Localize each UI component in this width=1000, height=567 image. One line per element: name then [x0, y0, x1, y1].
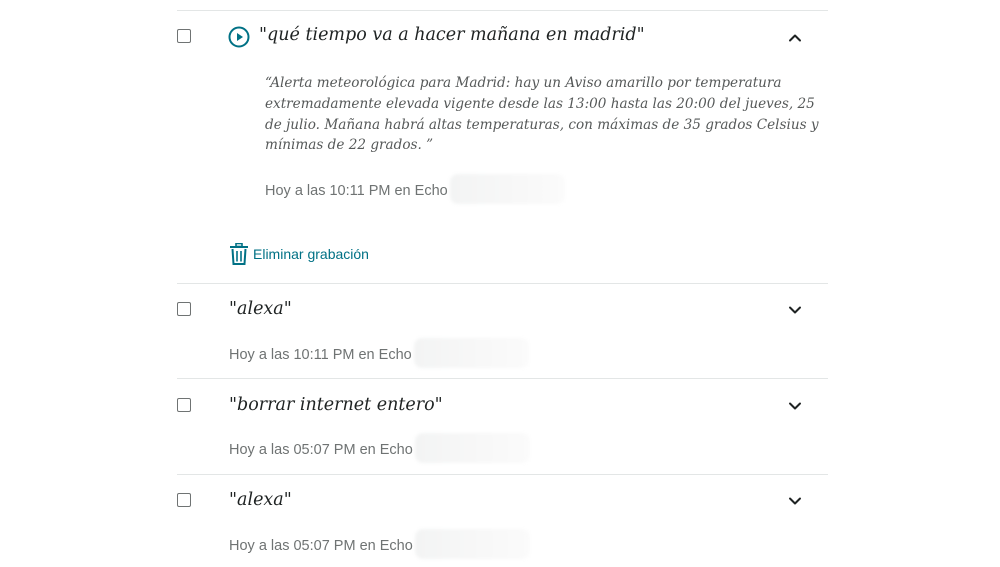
recording-checkbox[interactable] — [177, 493, 191, 507]
delete-recording-button[interactable]: Eliminar grabación — [229, 243, 369, 265]
alexa-response: “Alerta meteorológica para Madrid: hay u… — [265, 75, 819, 154]
recording-checkbox[interactable] — [177, 29, 191, 43]
recording-checkbox[interactable] — [177, 398, 191, 412]
trash-icon — [230, 243, 248, 265]
recording-utterance: "alexa" — [229, 490, 292, 510]
recording-timestamp: Hoy a las 05:07 PM en Echo — [229, 441, 413, 458]
divider — [177, 378, 828, 379]
recording-timestamp: Hoy a las 05:07 PM en Echo — [229, 537, 413, 554]
delete-recording-label: Eliminar grabación — [253, 246, 369, 262]
recording-checkbox[interactable] — [177, 302, 191, 316]
recording-meta: Hoy a las 10:11 PM en Echo — [229, 338, 529, 368]
recording-utterance: "qué tiempo va a hacer mañana en madrid" — [259, 25, 645, 45]
chevron-up-icon[interactable] — [787, 30, 803, 46]
recording-timestamp: Hoy a las 10:11 PM en Echo — [265, 182, 448, 199]
redacted-device-name — [413, 338, 529, 368]
voice-history-list: "qué tiempo va a hacer mañana en madrid"… — [177, 0, 828, 567]
divider — [177, 10, 828, 11]
recording-timestamp: Hoy a las 10:11 PM en Echo — [229, 346, 412, 363]
redacted-device-name — [414, 433, 530, 463]
recording-utterance: "borrar internet entero" — [229, 395, 443, 415]
redacted-device-name — [449, 174, 565, 204]
chevron-down-icon[interactable] — [787, 302, 803, 318]
recording-utterance: "alexa" — [229, 299, 292, 319]
chevron-down-icon[interactable] — [787, 493, 803, 509]
recording-meta: Hoy a las 10:11 PM en Echo — [265, 174, 565, 204]
chevron-down-icon[interactable] — [787, 398, 803, 414]
recording-meta: Hoy a las 05:07 PM en Echo — [229, 529, 530, 559]
play-circle-icon[interactable] — [228, 26, 250, 48]
divider — [177, 283, 828, 284]
recording-meta: Hoy a las 05:07 PM en Echo — [229, 433, 530, 463]
divider — [177, 474, 828, 475]
redacted-device-name — [414, 529, 530, 559]
